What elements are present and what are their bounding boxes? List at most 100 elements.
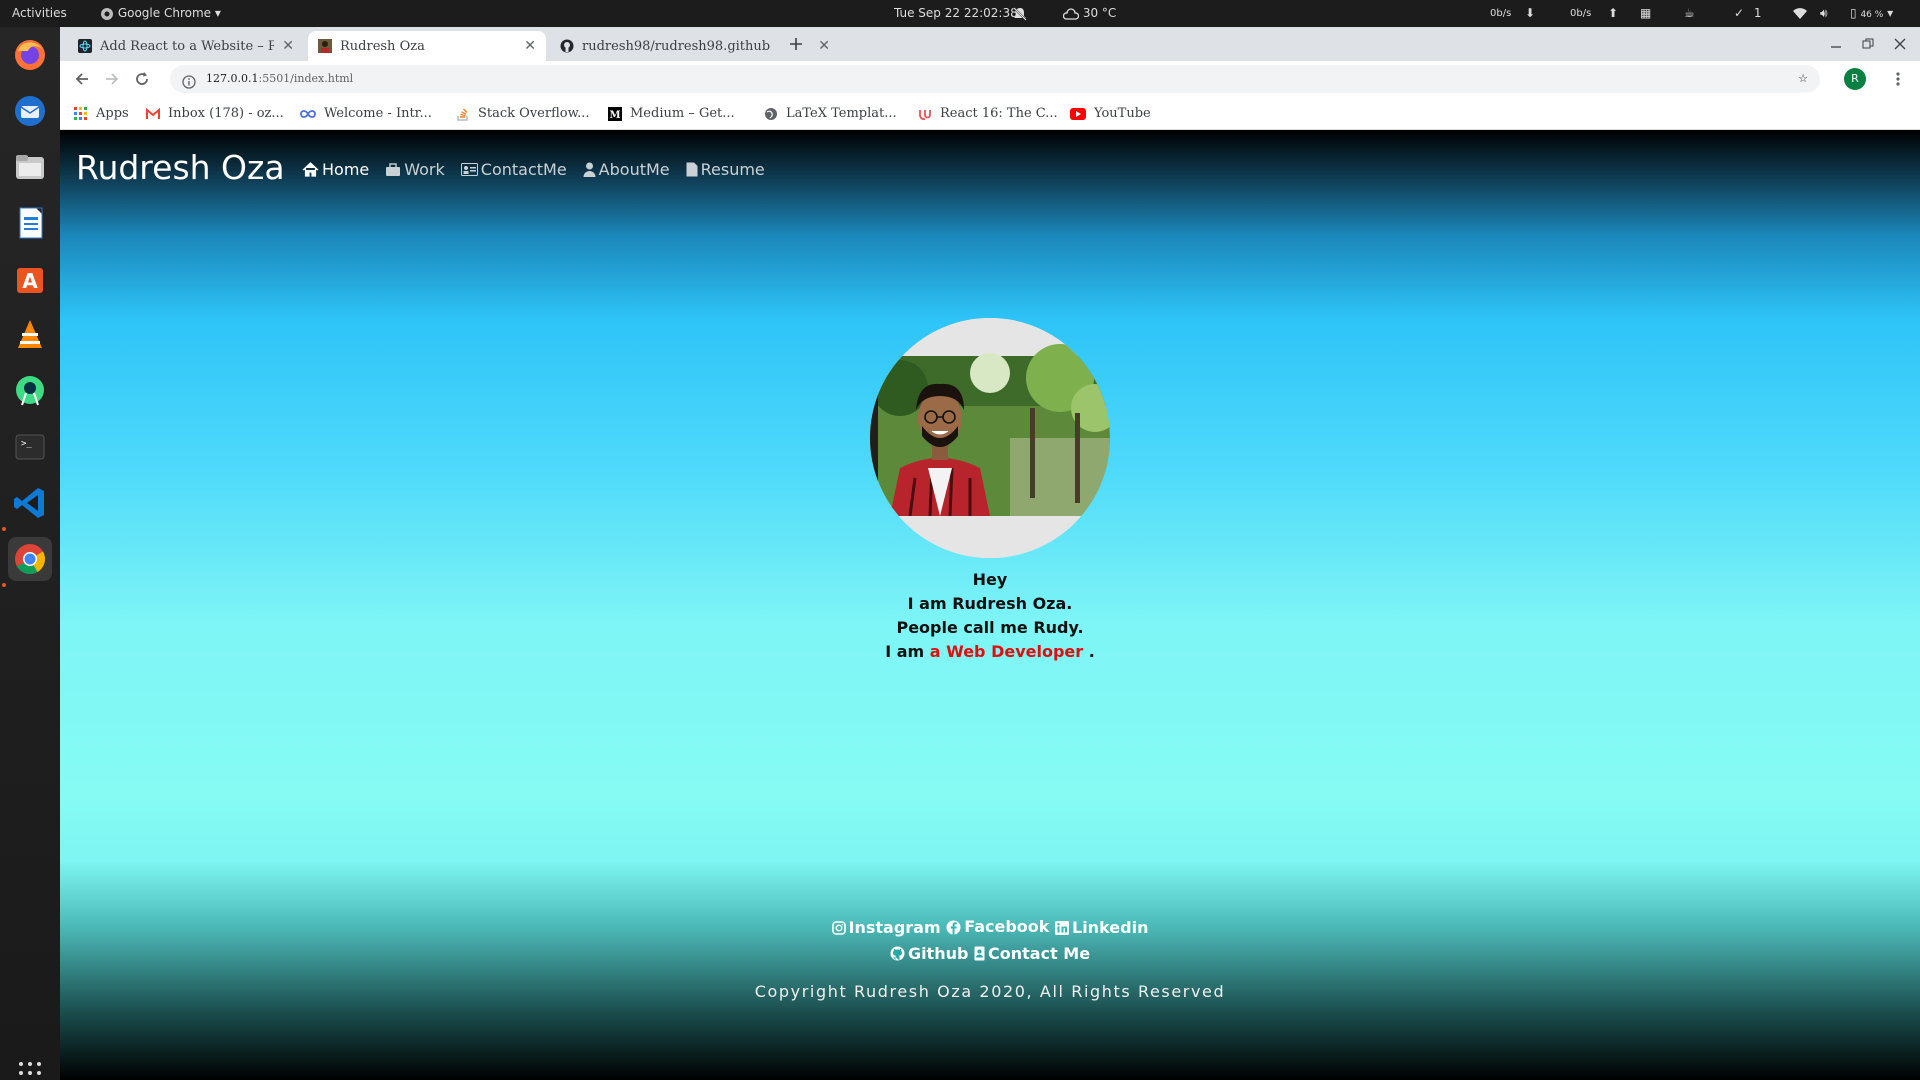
- close-tab-icon[interactable]: ✕: [524, 38, 536, 54]
- bookmark-inbox[interactable]: Inbox (178) - oz...: [146, 97, 284, 130]
- nav-label: Work: [404, 160, 445, 179]
- new-tab-icon[interactable]: [786, 34, 806, 54]
- bookmark-label: Medium – Get...: [630, 106, 735, 121]
- medium-icon: M: [608, 106, 622, 121]
- intro-greeting: Hey: [972, 570, 1008, 589]
- nav-aboutme[interactable]: AboutMe: [583, 160, 670, 179]
- check-icon: ✓: [1734, 6, 1745, 20]
- github-link[interactable]: Github: [890, 942, 968, 966]
- intro-text: Hey I am Rudresh Oza. People call me Rud…: [740, 568, 1240, 664]
- terminal-icon[interactable]: >_: [8, 425, 52, 469]
- bookmark-label: Inbox (178) - oz...: [168, 106, 284, 121]
- nav-label: ContactMe: [480, 160, 567, 179]
- volume-icon[interactable]: 🔊︎: [1820, 0, 1828, 27]
- nav-label: AboutMe: [598, 160, 670, 179]
- forward-arrow-icon[interactable]: [102, 69, 122, 89]
- app-menu-label: Google Chrome: [117, 6, 212, 20]
- udemy-icon: [919, 109, 931, 120]
- bookmark-label: LaTeX Templat...: [786, 106, 897, 121]
- restore-icon[interactable]: [1858, 34, 1878, 54]
- bookmark-youtube[interactable]: YouTube: [1070, 97, 1151, 130]
- site-brand[interactable]: Rudresh Oza: [76, 148, 285, 187]
- chrome-icon[interactable]: [8, 537, 52, 581]
- app-menu[interactable]: Google Chrome ▾: [100, 0, 221, 27]
- close-tab-icon[interactable]: ✕: [818, 38, 830, 54]
- home-icon: [302, 162, 319, 177]
- id-card-icon: [460, 163, 478, 176]
- todo-count: 1: [1753, 6, 1762, 20]
- close-window-icon[interactable]: [1890, 34, 1910, 54]
- browser-chrome: Add React to a Website – R ✕ Rudresh Oza…: [60, 27, 1920, 130]
- firefox-icon[interactable]: [8, 33, 52, 77]
- software-center-icon[interactable]: A: [8, 257, 52, 301]
- wifi-icon[interactable]: [1792, 0, 1808, 27]
- info-icon[interactable]: [182, 72, 196, 100]
- thunderbird-icon[interactable]: [8, 89, 52, 133]
- instagram-link[interactable]: Instagram: [831, 916, 941, 940]
- facebook-link[interactable]: Facebook: [946, 915, 1049, 939]
- tab-rudresh-oza[interactable]: Rudresh Oza ✕: [308, 31, 546, 61]
- nav-resume[interactable]: Resume: [686, 160, 765, 179]
- site-nav: Home Work ContactMe AboutMe Resume: [302, 160, 765, 179]
- chevron-down-icon: ▾: [214, 6, 221, 20]
- user-icon: [583, 162, 596, 177]
- bookmark-react16[interactable]: React 16: The C...: [918, 97, 1058, 130]
- more-menu-icon[interactable]: [1888, 69, 1908, 89]
- android-studio-icon[interactable]: [8, 369, 52, 413]
- bookmark-label: Welcome - Intr...: [324, 106, 432, 121]
- close-tab-icon[interactable]: ✕: [282, 38, 294, 54]
- nav-label: Resume: [700, 160, 765, 179]
- social-label: Linkedin: [1072, 917, 1149, 937]
- bookmark-medium[interactable]: M Medium – Get...: [608, 97, 735, 130]
- nav-work[interactable]: Work: [385, 160, 445, 179]
- react-icon: [78, 39, 92, 53]
- caffeine-icon[interactable]: ☕: [1684, 0, 1695, 27]
- bookmarks-bar: Apps Inbox (178) - oz... Welcome - Intr.…: [60, 97, 1920, 130]
- upload-arrow-icon: ⬆: [1608, 6, 1619, 20]
- tab-strip: Add React to a Website – R ✕ Rudresh Oza…: [60, 27, 1920, 61]
- writer-icon[interactable]: [8, 201, 52, 245]
- vscode-icon[interactable]: [8, 481, 52, 525]
- battery-indicator[interactable]: ▯ 46 % ▾: [1850, 0, 1893, 27]
- weather-widget[interactable]: 30 °C: [1062, 0, 1117, 27]
- todo-indicator[interactable]: ✓ 1: [1734, 0, 1762, 27]
- file-icon: [686, 162, 698, 177]
- activities-button[interactable]: Activities: [12, 0, 67, 27]
- back-arrow-icon[interactable]: [72, 69, 92, 89]
- tab-title: Add React to a Website – R: [100, 38, 275, 54]
- svg-text:>_: >_: [21, 439, 32, 449]
- linkedin-link[interactable]: Linkedin: [1055, 916, 1148, 940]
- facebook-icon: [946, 920, 961, 935]
- tab-react[interactable]: Add React to a Website – R ✕: [68, 31, 304, 61]
- url-path: :5501/index.html: [258, 72, 354, 85]
- bookmark-apps[interactable]: Apps: [74, 97, 129, 130]
- toolbar: 127.0.0.1:5501/index.html ☆ R: [60, 61, 1920, 97]
- tab-title: rudresh98/rudresh98.github: [582, 38, 771, 54]
- bookmark-stackoverflow[interactable]: Stack Overflow...: [456, 97, 590, 130]
- qr-icon[interactable]: ▦: [1640, 0, 1651, 27]
- vlc-icon[interactable]: [8, 313, 52, 357]
- weather-temp: 30 °C: [1082, 6, 1117, 20]
- bookmark-latex[interactable]: LaTeX Templat...: [764, 97, 897, 130]
- url-host: 127.0.0.1: [206, 72, 259, 85]
- nav-home[interactable]: Home: [302, 160, 369, 179]
- reload-icon[interactable]: [132, 69, 152, 89]
- show-applications-icon[interactable]: [8, 1051, 52, 1080]
- bookmark-welcome[interactable]: Welcome - Intr...: [300, 97, 432, 130]
- github-icon: [890, 946, 905, 961]
- bookmark-star-icon[interactable]: ☆: [1798, 65, 1808, 93]
- net-down-speed: 0b/s: [1490, 8, 1512, 19]
- address-bar[interactable]: 127.0.0.1:5501/index.html ☆: [170, 65, 1820, 93]
- minimize-icon[interactable]: [1826, 34, 1846, 54]
- gmail-icon: [146, 107, 160, 119]
- profile-avatar[interactable]: R: [1844, 68, 1866, 90]
- clock[interactable]: Tue Sep 22 22:02:38: [894, 0, 1018, 27]
- tab-title: Rudresh Oza: [340, 38, 425, 54]
- running-indicator: [2, 527, 6, 531]
- bookmark-label: Stack Overflow...: [478, 106, 590, 121]
- chrome-small-icon: [101, 7, 113, 20]
- nav-contactme[interactable]: ContactMe: [460, 160, 567, 179]
- files-icon[interactable]: [8, 145, 52, 189]
- globe-icon: [765, 107, 777, 120]
- contact-link[interactable]: Contact Me: [974, 942, 1090, 966]
